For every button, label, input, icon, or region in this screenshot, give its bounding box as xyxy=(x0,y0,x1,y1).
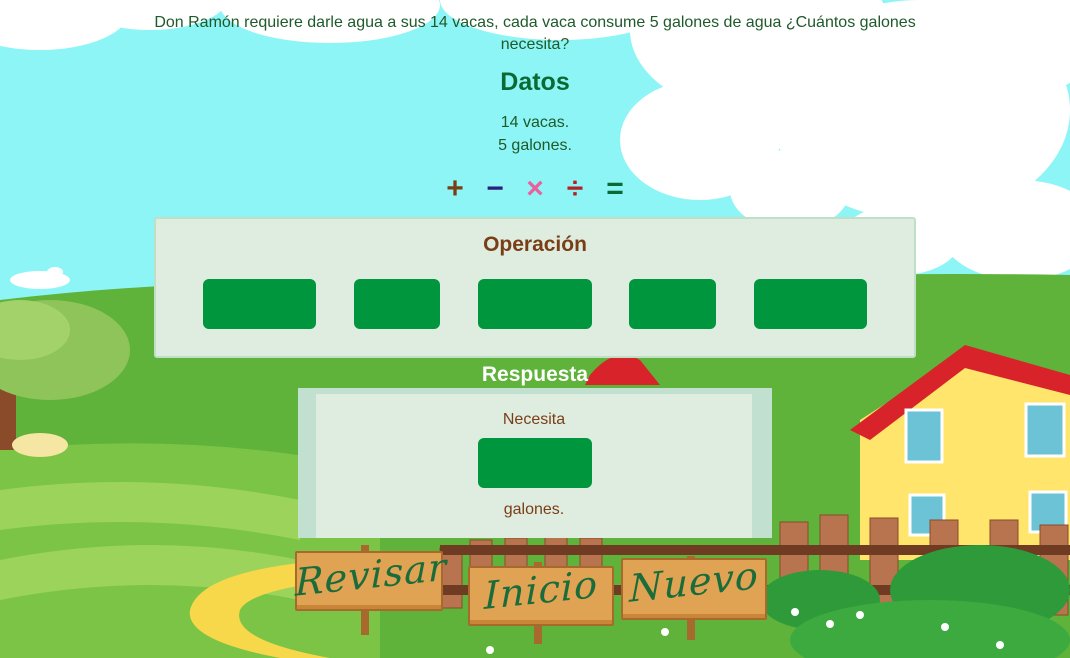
datos-item-vacas: 14 vacas. xyxy=(500,114,570,131)
problem-statement: Don Ramón requiere darle agua a sus 14 v… xyxy=(154,14,916,53)
answer-panel-inner: Necesita galones. xyxy=(316,394,752,538)
multiply-operator-button[interactable]: × xyxy=(520,174,550,204)
answer-slot[interactable] xyxy=(478,438,592,488)
answer-prefix: Necesita xyxy=(502,411,566,428)
operation-slot-3[interactable] xyxy=(478,279,592,329)
answer-title: Respuesta xyxy=(481,363,589,386)
plus-operator-button[interactable]: + xyxy=(440,174,470,204)
equals-operator-button[interactable]: = xyxy=(600,174,630,204)
operation-panel: Operación xyxy=(154,217,916,358)
answer-panel: Necesita galones. xyxy=(298,388,772,538)
operator-palette: + − × ÷ = xyxy=(440,172,630,206)
minus-operator-button[interactable]: − xyxy=(480,174,510,204)
operation-slot-1[interactable] xyxy=(203,279,316,329)
operation-slot-2[interactable] xyxy=(354,279,440,329)
operation-title: Operación xyxy=(483,233,587,256)
answer-suffix: galones. xyxy=(503,501,565,518)
datos-item-galones: 5 galones. xyxy=(498,137,572,154)
operation-slot-5[interactable] xyxy=(754,279,867,329)
nuevo-button[interactable]: Nuevo xyxy=(621,553,767,640)
revisar-button[interactable]: Revisar xyxy=(295,545,447,635)
datos-title: Datos xyxy=(500,68,570,96)
divide-operator-button[interactable]: ÷ xyxy=(560,174,590,204)
operation-slot-4[interactable] xyxy=(629,279,716,329)
inicio-button[interactable]: Inicio xyxy=(468,562,614,644)
